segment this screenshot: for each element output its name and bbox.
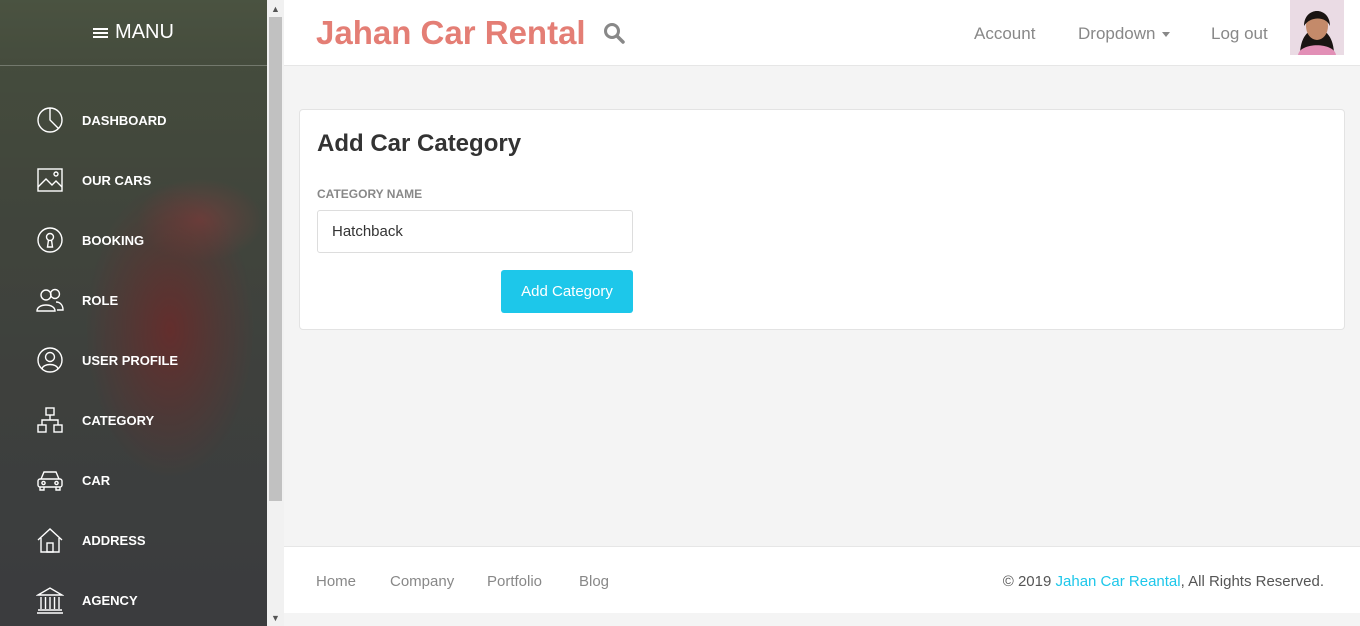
user-circle-icon [35,345,65,375]
sidebar-item-label: USER PROFILE [82,352,179,368]
hierarchy-icon [35,405,65,435]
sidebar-item-label: ADDRESS [82,532,146,548]
sidebar-item-label: CAR [82,472,111,488]
sidebar-item-our-cars[interactable]: OUR CARS [0,150,267,210]
sidebar-item-user-profile[interactable]: USER PROFILE [0,330,267,390]
sidebar-item-label: AGENCY [82,592,138,608]
add-category-card: Add Car Category CATEGORY NAME Add Categ… [299,109,1345,330]
sidebar-title: MANU [115,21,174,43]
footer-link-home[interactable]: Home [316,573,356,590]
scroll-up-icon[interactable]: ▲ [267,0,284,17]
copyright-prefix: © 2019 [1002,573,1056,590]
sidebar-item-label: ROLE [82,292,119,308]
category-name-input[interactable] [317,210,633,253]
users-icon [35,285,65,315]
footer-link-company[interactable]: Company [390,573,454,590]
bank-icon [35,585,65,615]
avatar[interactable] [1290,0,1344,55]
sidebar-nav: DASHBOARD OUR CARS BOOKING ROLE USER PRO… [0,90,267,626]
search-icon[interactable] [603,22,625,44]
account-link[interactable]: Account [974,24,1035,44]
scroll-thumb[interactable] [269,17,282,501]
footer: Home Company Portfolio Blog © 2019 Jahan… [284,546,1360,613]
image-icon [35,165,65,195]
sidebar-item-label: OUR CARS [82,172,152,188]
top-navbar: Jahan Car Rental Account Dropdown Log ou… [284,0,1360,66]
sidebar-item-agency[interactable]: AGENCY [0,570,267,626]
home-icon [35,525,65,555]
dropdown-toggle[interactable]: Dropdown [1078,24,1170,44]
logout-link[interactable]: Log out [1211,24,1268,44]
menu-icon [93,26,109,40]
footer-link-blog[interactable]: Blog [579,573,609,590]
add-category-button[interactable]: Add Category [501,270,633,313]
card-title: Add Car Category [317,130,522,157]
sidebar-header[interactable]: MANU [0,0,267,66]
sidebar-item-label: CATEGORY [82,412,155,428]
sidebar-item-dashboard[interactable]: DASHBOARD [0,90,267,150]
pie-chart-icon [35,105,65,135]
category-name-label: CATEGORY NAME [317,187,423,201]
dropdown-label: Dropdown [1078,24,1156,43]
copyright-suffix: , All Rights Reserved. [1180,573,1324,590]
copyright-text: © 2019 Jahan Car Reantal, All Rights Res… [1003,573,1324,590]
keyhole-icon [35,225,65,255]
caret-down-icon [1161,32,1170,38]
scroll-down-icon[interactable]: ▼ [267,609,284,626]
sidebar-item-category[interactable]: CATEGORY [0,390,267,450]
sidebar-item-car[interactable]: CAR [0,450,267,510]
sidebar: MANU DASHBOARD OUR CARS BOOKING ROLE USE… [0,0,267,626]
car-icon [35,465,65,495]
sidebar-item-role[interactable]: ROLE [0,270,267,330]
sidebar-item-label: DASHBOARD [82,112,167,128]
sidebar-item-booking[interactable]: BOOKING [0,210,267,270]
brand-title[interactable]: Jahan Car Rental [316,14,586,52]
sidebar-scrollbar[interactable]: ▲ ▼ [267,0,284,626]
footer-link-portfolio[interactable]: Portfolio [487,573,542,590]
copyright-brand-link[interactable]: Jahan Car Reantal [1056,573,1181,590]
sidebar-item-label: BOOKING [82,232,145,248]
sidebar-item-address[interactable]: ADDRESS [0,510,267,570]
